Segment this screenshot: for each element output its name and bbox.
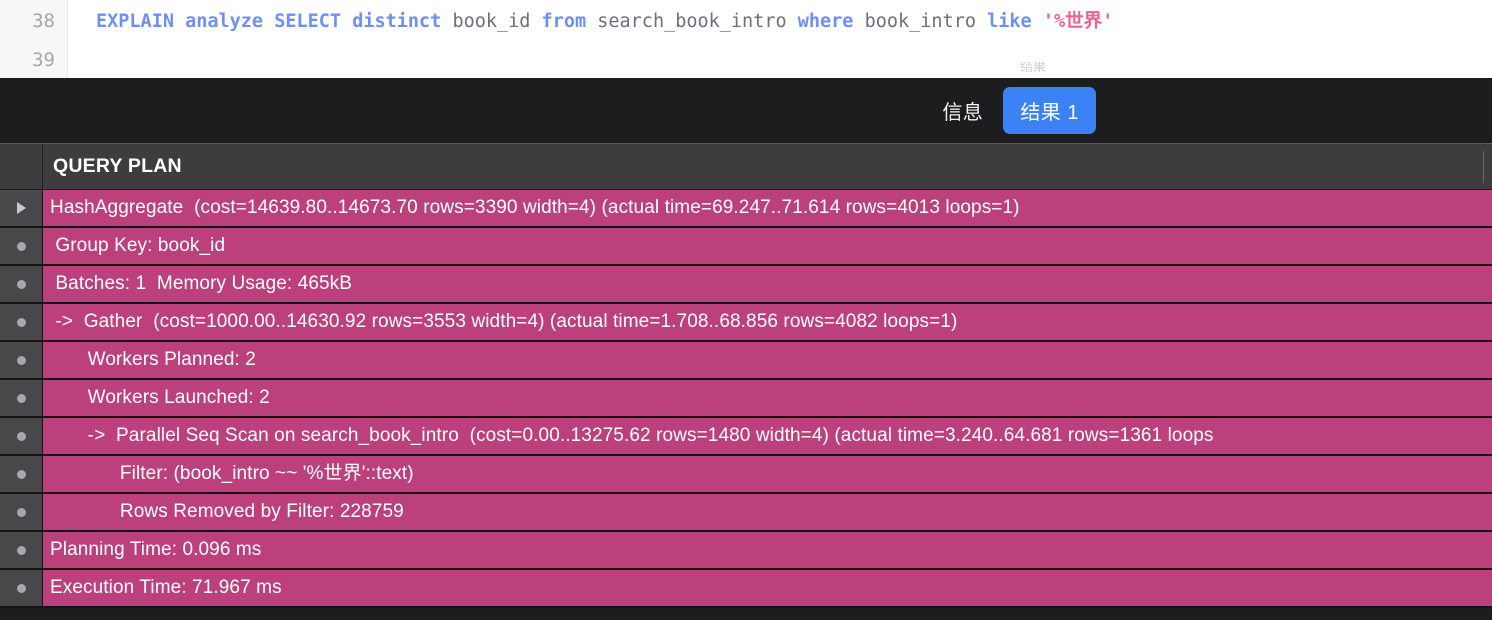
tab-result-1[interactable]: 结果 1 (1003, 87, 1096, 134)
table-row[interactable]: Workers Planned: 2 (0, 342, 1492, 380)
row-gutter[interactable] (0, 190, 43, 226)
sql-token: book_intro (864, 11, 976, 32)
table-row[interactable]: Execution Time: 71.967 ms (0, 570, 1492, 608)
table-row[interactable]: Batches: 1 Memory Usage: 465kB (0, 266, 1492, 304)
sql-token: book_id (452, 11, 531, 32)
sql-token: SELECT (274, 11, 342, 32)
dot-icon (16, 279, 26, 289)
sql-token: like (987, 11, 1032, 32)
sql-token: '%世界' (1042, 11, 1114, 32)
table-row[interactable]: Workers Launched: 2 (0, 380, 1492, 418)
grid-corner-cell[interactable] (0, 144, 43, 189)
dot-icon (16, 545, 26, 555)
app-root: 38 39 EXPLAIN analyze SELECT distinct bo… (0, 0, 1492, 620)
row-gutter[interactable] (0, 304, 43, 340)
row-gutter[interactable] (0, 532, 43, 568)
dot-icon (16, 469, 26, 479)
row-gutter[interactable] (0, 456, 43, 492)
table-row[interactable]: Group Key: book_id (0, 228, 1492, 266)
sql-token: analyze (185, 11, 264, 32)
result-tabbar: 结果 信息 结果 1 (0, 62, 1492, 143)
clipped-text: 结果 (1020, 62, 1047, 74)
column-header-query-plan[interactable]: QUERY PLAN (43, 144, 1492, 189)
dot-icon (16, 393, 26, 403)
row-gutter[interactable] (0, 342, 43, 378)
dot-icon (16, 355, 26, 365)
query-plan-cell[interactable]: Group Key: book_id (43, 228, 1492, 264)
sql-token: where (797, 11, 854, 32)
tab-info[interactable]: 信息 (928, 88, 997, 133)
grid-body[interactable]: HashAggregate (cost=14639.80..14673.70 r… (0, 190, 1492, 608)
sql-statement-line[interactable]: EXPLAIN analyze SELECT distinct book_id … (68, 2, 1492, 41)
dot-icon (16, 583, 26, 593)
table-row[interactable]: -> Gather (cost=1000.00..14630.92 rows=3… (0, 304, 1492, 342)
sql-selected-text[interactable]: EXPLAIN analyze SELECT distinct book_id … (96, 11, 1113, 32)
row-gutter[interactable] (0, 380, 43, 416)
dot-icon (16, 241, 26, 251)
query-plan-cell[interactable]: HashAggregate (cost=14639.80..14673.70 r… (43, 190, 1492, 226)
table-row[interactable]: Rows Removed by Filter: 228759 (0, 494, 1492, 532)
row-gutter[interactable] (0, 418, 43, 454)
table-row[interactable]: Filter: (book_intro ~~ '%世界'::text) (0, 456, 1492, 494)
sql-token: EXPLAIN (96, 11, 174, 32)
row-gutter[interactable] (0, 228, 43, 264)
line-number: 38 (32, 10, 55, 32)
triangle-expand-icon[interactable] (16, 202, 26, 214)
query-plan-cell[interactable]: Batches: 1 Memory Usage: 465kB (43, 266, 1492, 302)
table-row[interactable]: Planning Time: 0.096 ms (0, 532, 1492, 570)
query-plan-cell[interactable]: Rows Removed by Filter: 228759 (43, 494, 1492, 530)
dot-icon (16, 507, 26, 517)
dot-icon (16, 317, 26, 327)
editor-line-number-gutter: 38 39 (0, 0, 68, 78)
sql-editor[interactable]: 38 39 EXPLAIN analyze SELECT distinct bo… (0, 0, 1492, 78)
table-row[interactable]: HashAggregate (cost=14639.80..14673.70 r… (0, 190, 1492, 228)
query-plan-cell[interactable]: Workers Launched: 2 (43, 380, 1492, 416)
row-gutter[interactable] (0, 494, 43, 530)
clipped-text-above-tabs: 结果 (1020, 62, 1140, 78)
row-gutter[interactable] (0, 266, 43, 302)
sql-empty-line[interactable] (68, 41, 1492, 78)
editor-code-area[interactable]: EXPLAIN analyze SELECT distinct book_id … (68, 0, 1492, 78)
query-plan-cell[interactable]: Filter: (book_intro ~~ '%世界'::text) (43, 456, 1492, 492)
row-gutter[interactable] (0, 570, 43, 606)
sql-token: distinct (352, 11, 442, 32)
table-row[interactable]: -> Parallel Seq Scan on search_book_intr… (0, 418, 1492, 456)
query-plan-cell[interactable]: Planning Time: 0.096 ms (43, 532, 1492, 568)
dot-icon (16, 431, 26, 441)
query-plan-cell[interactable]: -> Parallel Seq Scan on search_book_intr… (43, 418, 1492, 454)
query-plan-cell[interactable]: Execution Time: 71.967 ms (43, 570, 1492, 606)
query-plan-cell[interactable]: -> Gather (cost=1000.00..14630.92 rows=3… (43, 304, 1492, 340)
grid-header-row: QUERY PLAN (0, 143, 1492, 190)
query-plan-cell[interactable]: Workers Planned: 2 (43, 342, 1492, 378)
query-result-grid[interactable]: QUERY PLAN HashAggregate (cost=14639.80.… (0, 143, 1492, 620)
sql-token: search_book_intro (597, 11, 787, 32)
line-number: 39 (32, 49, 55, 71)
sql-token: from (541, 11, 587, 32)
